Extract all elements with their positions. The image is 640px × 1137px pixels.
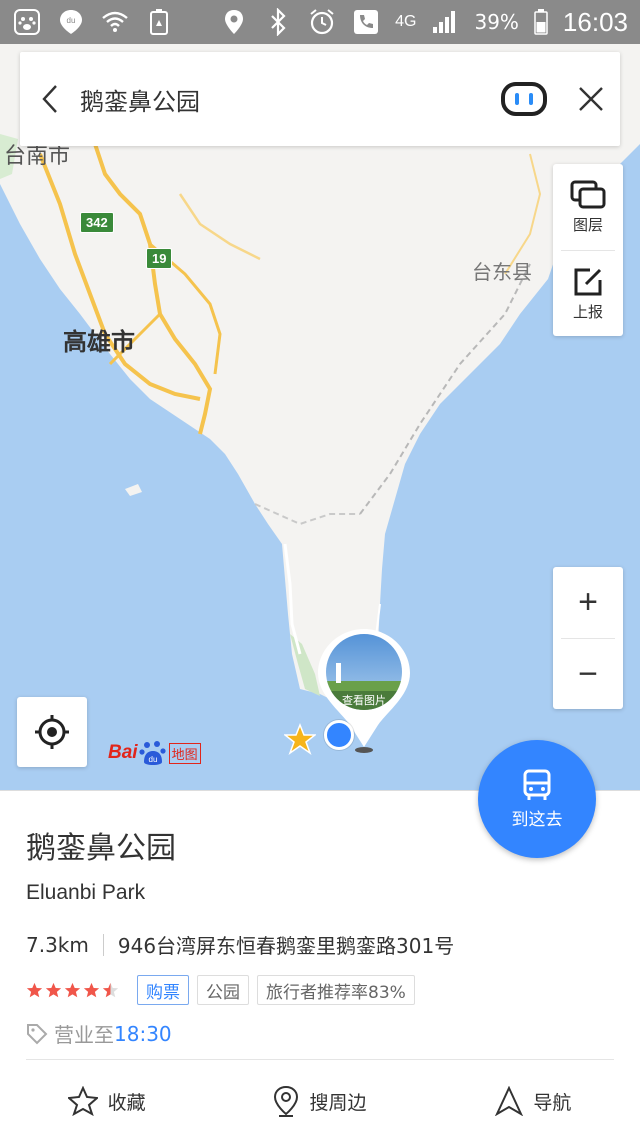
battery-saver-icon xyxy=(144,7,174,37)
svg-text:du: du xyxy=(148,755,157,764)
rating-star-icon xyxy=(83,982,100,997)
star-outline-icon xyxy=(67,1086,98,1116)
layers-label: 图层 xyxy=(572,216,603,234)
rating-stars xyxy=(26,982,119,999)
search-nearby-button[interactable]: 搜周边 xyxy=(213,1079,426,1123)
divider xyxy=(26,1059,614,1060)
opening-hours: 营业至 18:30 xyxy=(26,1019,172,1048)
baidu-map-logo: Bai du 地图 xyxy=(108,738,201,768)
zoom-out-button[interactable]: − xyxy=(561,638,615,709)
rating-star-icon xyxy=(64,982,81,997)
crosshair-icon xyxy=(35,715,69,749)
search-query-text[interactable]: 鹅銮鼻公园 xyxy=(80,82,498,117)
go-there-label: 到这去 xyxy=(511,809,563,830)
search-bar: 鹅銮鼻公园 xyxy=(20,52,620,146)
layers-icon xyxy=(570,180,606,209)
signal-icon xyxy=(430,7,460,37)
map-tools-panel: 图层 上报 xyxy=(553,164,623,336)
close-icon xyxy=(579,87,603,111)
recommend-rate-tag: 旅行者推荐率83% xyxy=(257,975,415,1005)
buy-ticket-tag[interactable]: 购票 xyxy=(137,975,189,1005)
bus-icon xyxy=(523,769,551,800)
search-nearby-label: 搜周边 xyxy=(309,1091,367,1114)
report-button[interactable]: 上报 xyxy=(561,250,615,336)
navigation-arrow-icon xyxy=(495,1086,524,1116)
alarm-icon xyxy=(307,7,337,37)
navigate-label: 导航 xyxy=(533,1091,572,1114)
baidu-paw-notification-icon xyxy=(12,7,42,37)
call-icon xyxy=(351,7,381,37)
go-there-button[interactable]: 到这去 xyxy=(478,740,596,858)
navigate-button[interactable]: 导航 xyxy=(427,1079,640,1123)
rating-star-icon xyxy=(26,982,43,997)
favorite-star-marker[interactable] xyxy=(284,723,316,755)
network-type-label: 4G xyxy=(395,13,417,30)
poi-tags-row: 购票 公园 旅行者推荐率83% xyxy=(26,975,415,1005)
poi-distance: 7.3km xyxy=(26,932,89,957)
location-pin-icon xyxy=(274,1085,299,1117)
baidu-map-notification-icon: du xyxy=(56,7,86,37)
back-button[interactable] xyxy=(20,52,80,146)
clock: 16:03 xyxy=(562,6,628,37)
photo-caption: 查看图片 xyxy=(342,694,386,707)
map-label-kaohsiung: 高雄市 xyxy=(63,328,135,356)
road-shield-19: 19 xyxy=(146,248,173,269)
favorite-label: 收藏 xyxy=(107,1091,146,1114)
category-tag: 公园 xyxy=(197,975,249,1005)
rating-star-icon xyxy=(45,982,62,997)
hours-time: 18:30 xyxy=(114,1021,172,1046)
poi-name: 鹅銮鼻公园 xyxy=(26,831,176,866)
layers-button[interactable]: 图层 xyxy=(553,164,623,250)
my-location-dot xyxy=(324,720,354,750)
zoom-controls: + − xyxy=(553,567,623,709)
action-bar: 收藏 搜周边 导航 xyxy=(0,1079,640,1123)
close-button[interactable] xyxy=(562,52,620,146)
battery-icon xyxy=(533,7,549,37)
poi-distance-address: 7.3km 946台湾屏东恒春鹅銮里鹅銮路301号 xyxy=(26,930,454,959)
info-divider xyxy=(102,933,104,956)
bluetooth-icon xyxy=(263,7,293,37)
location-icon xyxy=(219,7,249,37)
tag-icon xyxy=(27,1023,48,1044)
zoom-in-button[interactable]: + xyxy=(553,567,623,638)
wifi-icon xyxy=(100,7,130,37)
baidu-paw-icon: du xyxy=(138,741,166,765)
status-bar: du 4G 39% 16:03 xyxy=(0,0,640,44)
battery-percent: 39% xyxy=(474,10,519,34)
map-label-taitung: 台东县 xyxy=(472,260,532,284)
locate-me-button[interactable] xyxy=(17,697,87,767)
favorite-button[interactable]: 收藏 xyxy=(0,1079,213,1123)
rating-star-icon xyxy=(102,982,119,997)
poi-address: 946台湾屏东恒春鹅銮里鹅銮路301号 xyxy=(117,934,455,958)
map-view[interactable]: 台南市 高雄市 台东县 342 19 查看图片 xyxy=(0,44,640,790)
chevron-left-icon xyxy=(42,85,57,113)
voice-assistant-button[interactable] xyxy=(498,73,550,125)
edit-report-icon xyxy=(574,268,602,295)
poi-english-name: Eluanbi Park xyxy=(26,881,146,904)
road-shield-342: 342 xyxy=(80,212,114,233)
svg-text:du: du xyxy=(67,16,76,25)
assistant-robot-icon xyxy=(501,82,547,116)
hours-prefix: 营业至 xyxy=(54,1023,114,1047)
report-label: 上报 xyxy=(572,302,603,321)
